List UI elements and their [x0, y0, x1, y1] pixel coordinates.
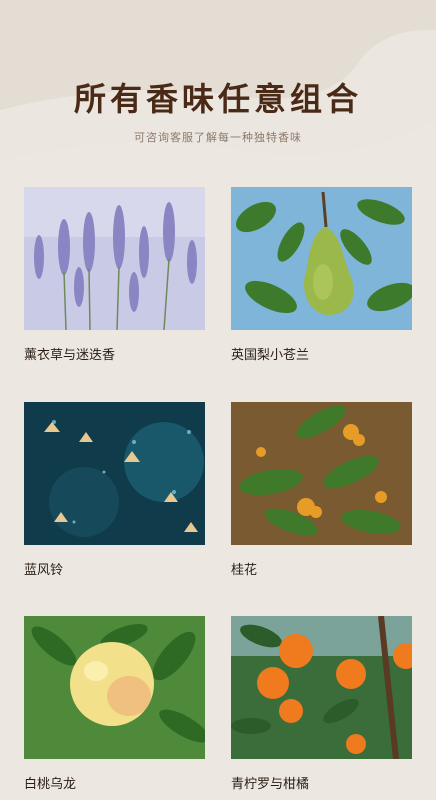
scent-card-lavender[interactable]: 薰衣草与迷迭香 [24, 187, 205, 363]
page-subtitle: 可咨询客服了解每一种独特香味 [134, 131, 302, 144]
scent-label: 桂花 [231, 563, 258, 578]
pear-photo [231, 187, 412, 330]
white-peach-photo [24, 616, 205, 759]
scent-card-orange[interactable]: 青柠罗与柑橘 [231, 616, 412, 792]
scent-label: 蓝风铃 [24, 563, 64, 578]
orange-photo [231, 616, 412, 759]
scent-card-bluebell[interactable]: 蓝风铃 [24, 402, 205, 578]
scent-label: 薰衣草与迷迭香 [24, 348, 116, 363]
scent-label: 英国梨小苍兰 [231, 348, 310, 363]
bluebell-photo [24, 402, 205, 545]
header: 所有香味任意组合 可咨询客服了解每一种独特香味 [0, 0, 436, 160]
scent-card-osmanthus[interactable]: 桂花 [231, 402, 412, 578]
scent-label: 白桃乌龙 [24, 777, 77, 792]
scent-label: 青柠罗与柑橘 [231, 777, 310, 792]
scent-card-pear[interactable]: 英国梨小苍兰 [231, 187, 412, 363]
page-title: 所有香味任意组合 [73, 80, 362, 118]
scent-card-white-peach[interactable]: 白桃乌龙 [24, 616, 205, 792]
osmanthus-photo [231, 402, 412, 545]
lavender-photo [24, 187, 205, 330]
